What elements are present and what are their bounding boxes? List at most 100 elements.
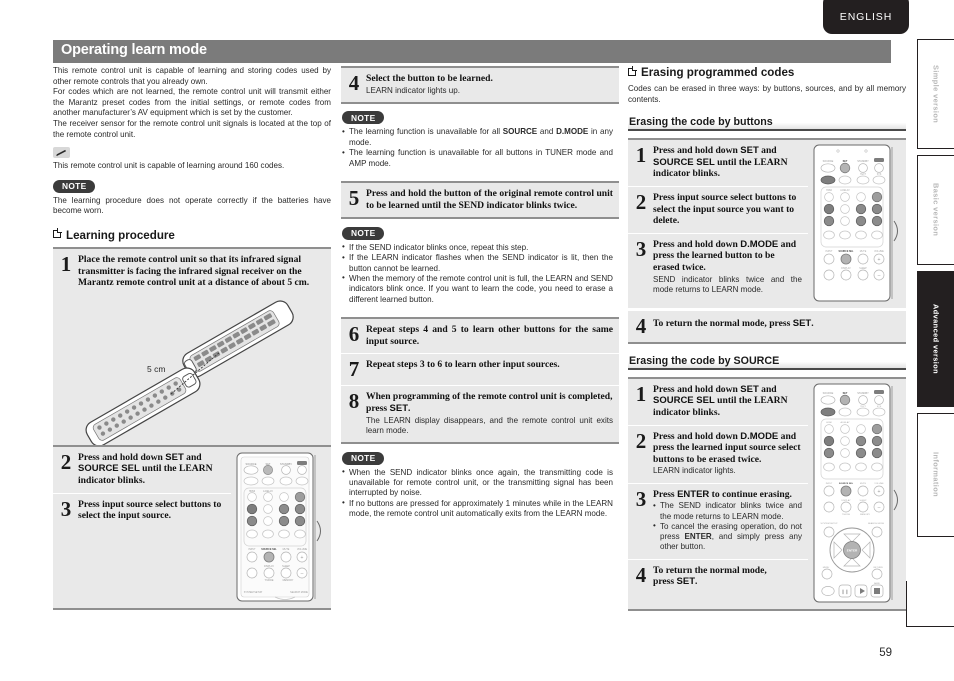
svg-text:VOLUME: VOLUME bbox=[874, 483, 884, 485]
step-text: Press input source select buttons to sel… bbox=[653, 191, 797, 227]
svg-text:MENU: MENU bbox=[823, 567, 830, 569]
section-heading-erasing-codes: Erasing programmed codes bbox=[628, 66, 906, 79]
manual-page: ENGLISH Simple version Basic version Adv… bbox=[0, 0, 954, 681]
note-badge: NOTE bbox=[342, 111, 385, 125]
erase-source-step-3: 3 Press ENTER to continue erasing. The S… bbox=[628, 482, 808, 559]
step-text: To return the normal mode, press SET. bbox=[653, 564, 767, 588]
step-number: 3 bbox=[635, 236, 647, 261]
section-intro: Codes can be erased in three ways: by bu… bbox=[628, 84, 906, 104]
step-3: 3 Press input source select buttons to s… bbox=[53, 492, 231, 528]
step-description: The LEARN display disappears, and the re… bbox=[366, 415, 613, 435]
step-number: 8 bbox=[348, 389, 360, 414]
svg-text:+: + bbox=[301, 555, 304, 561]
svg-text:INPUT: INPUT bbox=[826, 483, 833, 485]
step-group-erase-buttons: 1 Press and hold down SET and SOURCE SEL… bbox=[628, 138, 906, 309]
svg-text:SOURCE: SOURCE bbox=[823, 392, 834, 395]
note-item: If the LEARN indicator flashes when the … bbox=[342, 253, 613, 274]
step-number: 4 bbox=[635, 562, 647, 587]
svg-text:SOURCE: SOURCE bbox=[823, 160, 834, 163]
square-bullet-icon bbox=[53, 230, 61, 239]
note-item: The learning function is unavailable for… bbox=[342, 127, 613, 148]
step-text: Press and hold down SET and SOURCE SEL u… bbox=[78, 451, 213, 486]
svg-text:SEARCH MODE: SEARCH MODE bbox=[868, 522, 885, 525]
step-number: 1 bbox=[635, 143, 647, 168]
column-3: Erasing programmed codes Codes can be er… bbox=[628, 66, 906, 611]
step-8: 8 When programming of the remote control… bbox=[341, 385, 619, 442]
step-4: 4 Select the button to be learned. LEARN… bbox=[341, 68, 619, 102]
svg-text:STANDBY: STANDBY bbox=[857, 392, 869, 395]
side-tab-strip: Simple version Basic version Advanced ve… bbox=[917, 39, 954, 543]
svg-text:MUTE: MUTE bbox=[860, 483, 867, 485]
enter-button-label: ENTER bbox=[847, 548, 858, 552]
column-2: 4 Select the button to be learned. LEARN… bbox=[341, 66, 619, 526]
svg-text:–: – bbox=[878, 505, 881, 511]
svg-text:MEMORY: MEMORY bbox=[860, 514, 870, 516]
intro-paragraph-1: This remote control unit is capable of l… bbox=[53, 66, 331, 86]
note-item: When the SEND indicator blinks once agai… bbox=[342, 467, 613, 499]
erase-button-step-1: 1 Press and hold down SET and SOURCE SEL… bbox=[628, 140, 808, 186]
step-1: 1 Place the remote control unit so that … bbox=[53, 249, 331, 295]
svg-text:HDMI: HDMI bbox=[826, 422, 832, 424]
svg-text:SET: SET bbox=[843, 160, 848, 163]
side-tab-information[interactable]: Information bbox=[917, 413, 954, 537]
step-text: Press input source select buttons to sel… bbox=[78, 498, 222, 522]
figure-two-remotes-5cm: 5 cm bbox=[53, 294, 331, 445]
step-7: 7 Repeat steps 3 to 6 to learn other inp… bbox=[341, 353, 619, 385]
svg-text:+: + bbox=[878, 257, 881, 263]
step-number: 7 bbox=[348, 357, 360, 382]
side-tab-simple-version[interactable]: Simple version bbox=[917, 39, 954, 149]
svg-text:SLEEP: SLEEP bbox=[282, 565, 290, 568]
rule bbox=[628, 608, 906, 611]
note-block-2: NOTE If the SEND indicator blinks once, … bbox=[341, 219, 619, 311]
svg-text:MUTE: MUTE bbox=[283, 548, 290, 551]
pencil-icon bbox=[53, 147, 70, 159]
step-number: 3 bbox=[635, 486, 647, 511]
figure-distance-label: 5 cm bbox=[147, 364, 165, 374]
step-text: Repeat steps 3 to 6 to learn other input… bbox=[366, 359, 560, 371]
svg-text:T.MODE: T.MODE bbox=[842, 514, 851, 516]
subheading-erasing-by-buttons: Erasing the code by buttons bbox=[628, 115, 906, 132]
svg-text:DISPLAY: DISPLAY bbox=[264, 565, 274, 568]
step-2: 2 Press and hold down SET and SOURCE SEL… bbox=[53, 447, 231, 493]
svg-text:SEARCH MODE: SEARCH MODE bbox=[290, 591, 308, 594]
side-tab-label: Basic version bbox=[931, 183, 941, 237]
step-group-erase-buttons-4: 4 To return the normal mode, press SET. bbox=[628, 309, 906, 342]
svg-text:MEMORY: MEMORY bbox=[283, 579, 294, 582]
svg-text:INPUT: INPUT bbox=[826, 251, 833, 253]
note-block-3: NOTE When the SEND indicator blinks once… bbox=[341, 444, 619, 526]
column-1: This remote control unit is capable of l… bbox=[53, 66, 331, 610]
note-item: If no buttons are pressed for approximat… bbox=[342, 498, 613, 520]
note-text: The learning procedure does not operate … bbox=[53, 195, 331, 216]
svg-text:+: + bbox=[878, 489, 881, 495]
language-tab[interactable]: ENGLISH bbox=[823, 0, 909, 34]
note-block-1: NOTE The learning function is unavailabl… bbox=[341, 104, 619, 175]
svg-text:SOURCE: SOURCE bbox=[245, 462, 256, 466]
rule bbox=[53, 607, 331, 610]
svg-text:T.MODE: T.MODE bbox=[264, 579, 273, 582]
section-heading-label: Erasing programmed codes bbox=[641, 66, 795, 79]
step-group-erase-source: 1 Press and hold down SET and SOURCE SEL… bbox=[628, 376, 906, 609]
step-group-5: 5 Press and hold the button of the origi… bbox=[341, 181, 619, 218]
side-tab-advanced-version[interactable]: Advanced version bbox=[917, 271, 954, 407]
step-number: 2 bbox=[635, 428, 647, 453]
step-text: When programming of the remote control u… bbox=[366, 391, 613, 414]
step-5: 5 Press and hold the button of the origi… bbox=[341, 183, 619, 217]
section-heading-label: Learning procedure bbox=[66, 228, 175, 242]
step-text: Select the button to be learned. bbox=[366, 73, 493, 84]
svg-text:SOURCE SEL: SOURCE SEL bbox=[261, 548, 277, 551]
step-text: Press ENTER to continue erasing. bbox=[653, 488, 792, 500]
step-description: LEARN indicator lights. bbox=[653, 466, 736, 476]
step-text: Place the remote control unit so that it… bbox=[78, 253, 310, 289]
svg-text:–: – bbox=[301, 571, 304, 577]
step-bullet: The SEND indicator blinks twice and the … bbox=[653, 501, 802, 522]
step-6: 6 Repeat steps 4 and 5 to learn other bu… bbox=[341, 319, 619, 353]
note-item: When the memory of the remote control un… bbox=[342, 273, 613, 305]
step-text: Press and hold down SET and SOURCE SEL u… bbox=[653, 383, 788, 418]
svg-text:DISPLAY: DISPLAY bbox=[841, 499, 851, 502]
side-tab-basic-version[interactable]: Basic version bbox=[917, 155, 954, 265]
svg-text:BAND: BAND bbox=[874, 582, 880, 585]
remote-illustration-source-sel: SOURCESETSTANDBYVCR HDMIA.DELAY bbox=[231, 447, 331, 608]
step-text: Repeat steps 4 and 5 to learn other butt… bbox=[366, 324, 613, 347]
erase-source-step-4: 4 To return the normal mode, press SET. bbox=[628, 558, 808, 594]
side-tab-label: Simple version bbox=[931, 64, 941, 124]
